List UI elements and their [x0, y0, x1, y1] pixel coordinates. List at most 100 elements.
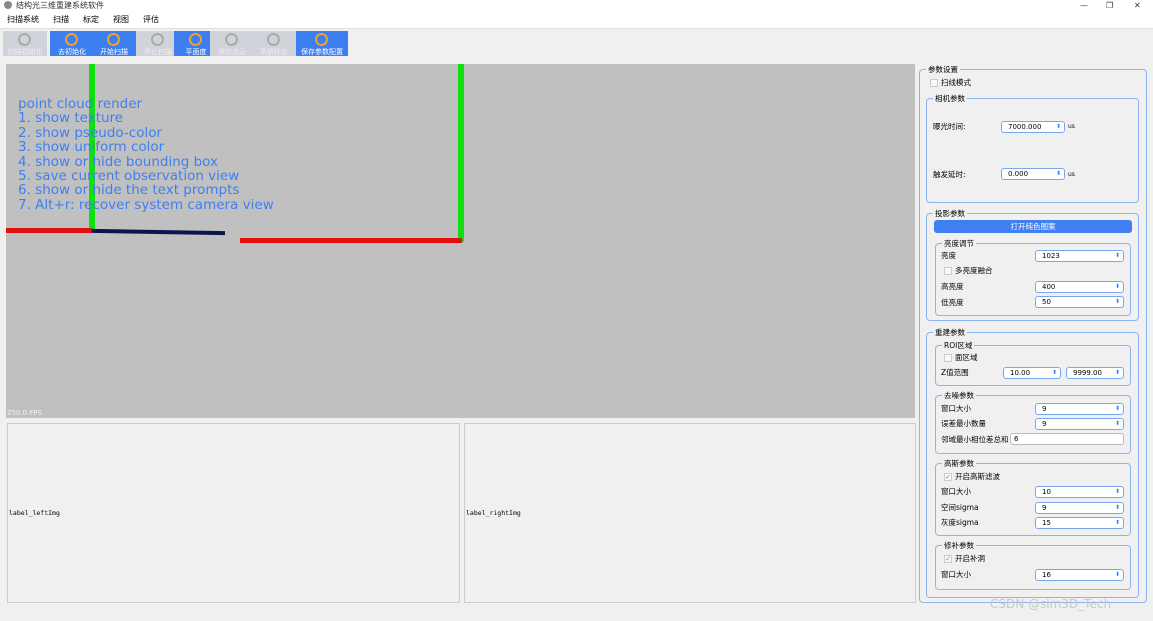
denoise-title: 去噪参数	[942, 390, 976, 401]
toolbar-button-0[interactable]: 扫描初始化	[3, 31, 47, 56]
spin-arrows-icon[interactable]: ⬍	[1115, 518, 1120, 528]
brightness-spinbox[interactable]: 1023 ⬍	[1035, 250, 1124, 262]
repair-enable-label: 开启补洞	[955, 554, 985, 563]
high-brightness-spinbox[interactable]: 400 ⬍	[1035, 281, 1124, 293]
flatness-icon	[189, 33, 202, 46]
spin-arrows-icon[interactable]: ⬍	[1115, 503, 1120, 513]
grid-icon	[267, 33, 280, 46]
fps-label: 250.0 FPS	[7, 409, 42, 417]
close-button[interactable]: ✕	[1134, 0, 1141, 11]
camera-title: 相机参数	[933, 93, 967, 104]
menu-evaluate[interactable]: 评估	[136, 11, 166, 29]
minimize-button[interactable]: —	[1080, 0, 1088, 11]
repair-window-label: 窗口大小	[941, 570, 971, 579]
spin-arrows-icon[interactable]: ⬍	[1056, 122, 1061, 132]
spin-arrows-icon[interactable]: ⬍	[1115, 282, 1120, 292]
gauss-enable-checkbox[interactable]: ✓	[944, 473, 952, 481]
toolbar-button-label: 保存参数配置	[301, 48, 343, 56]
spin-arrows-icon[interactable]: ⬍	[1115, 404, 1120, 414]
axis-red-2	[240, 238, 462, 243]
left-image-label: label_leftImg	[9, 509, 60, 517]
exposure-unit: us	[1068, 123, 1075, 130]
repair-window-spinbox[interactable]: 16 ⬍	[1035, 569, 1124, 581]
toolbar-button-label: 停止扫描	[144, 48, 172, 56]
overlay-line: 6. show or hide the text prompts	[18, 182, 240, 198]
menu-scan-system[interactable]: 扫描系统	[0, 11, 46, 29]
area-label: 面区域	[955, 353, 978, 362]
high-brightness-label: 高亮度	[941, 282, 964, 291]
menu-view[interactable]: 视图	[106, 11, 136, 29]
brightness-label: 亮度	[941, 251, 956, 260]
spin-arrows-icon[interactable]: ⬍	[1115, 570, 1120, 580]
overlay-line: 7. Alt+r: recover system camera view	[18, 197, 274, 213]
z-min-spinbox[interactable]: 10.00 ⬍	[1003, 367, 1061, 379]
spin-arrows-icon[interactable]: ⬍	[1115, 368, 1120, 378]
spin-arrows-icon[interactable]: ⬍	[1115, 419, 1120, 429]
toolbar-button-7[interactable]: 保存参数配置	[296, 31, 348, 56]
toolbar-button-5[interactable]: 保存点云	[210, 31, 254, 56]
open-pattern-button[interactable]: 打开纯色图案	[934, 220, 1132, 233]
spin-arrows-icon[interactable]: ⬍	[1052, 368, 1057, 378]
phase-sum-value: 6	[1014, 435, 1019, 443]
multi-brightness-checkbox[interactable]	[944, 267, 952, 275]
exposure-label: 曝光时间:	[933, 122, 966, 131]
window-title: 结构光三维重建系统软件	[16, 1, 104, 10]
toolbar-button-label: 扫描初始化	[7, 48, 43, 56]
menu-calibration[interactable]: 标定	[76, 11, 106, 29]
low-brightness-spinbox[interactable]: 50 ⬍	[1035, 296, 1124, 308]
phase-sum-label: 邻域最小相位差总和	[941, 435, 1009, 444]
repair-title: 修补参数	[942, 540, 976, 551]
toolbar-button-6[interactable]: 系统标定	[252, 31, 296, 56]
repair-enable-checkbox[interactable]: ✓	[944, 555, 952, 563]
space-sigma-label: 空间sigma	[941, 503, 979, 512]
download-icon	[225, 33, 238, 46]
menu-scan[interactable]: 扫描	[46, 11, 76, 29]
gauss-window-spinbox[interactable]: 10 ⬍	[1035, 486, 1124, 498]
space-sigma-spinbox[interactable]: 9 ⬍	[1035, 502, 1124, 514]
error-min-value: 9	[1042, 420, 1047, 428]
gauss-enable-label: 开启高斯滤波	[955, 472, 1000, 481]
z-max-value: 9999.00	[1073, 369, 1102, 377]
maximize-button[interactable]: ❐	[1106, 0, 1113, 11]
denoise-window-spinbox[interactable]: 9 ⬍	[1035, 403, 1124, 415]
delay-value: 0.000	[1008, 170, 1029, 178]
spin-arrows-icon[interactable]: ⬍	[1056, 169, 1061, 179]
scan-mode-label: 扫线模式	[941, 78, 971, 87]
axis-blue-1	[91, 228, 226, 236]
area-checkbox[interactable]	[944, 354, 952, 362]
spin-arrows-icon[interactable]: ⬍	[1115, 251, 1120, 261]
exposure-spinbox[interactable]: 7000.000 ⬍	[1001, 121, 1065, 133]
repair-window-value: 16	[1042, 571, 1051, 579]
camera-group: 相机参数	[926, 93, 1139, 203]
toolbar-button-label: 保存点云	[218, 48, 246, 56]
app-icon	[4, 1, 12, 9]
watermark: CSDN @slm3D_Tech	[990, 597, 1112, 611]
toolbar-button-1[interactable]: 去初始化	[50, 31, 94, 56]
point-cloud-viewport[interactable]: point cloud render 1. show texture 2. sh…	[6, 64, 915, 418]
toolbar-button-label: 平面度	[185, 48, 207, 56]
overlay-line: 1. show texture	[18, 110, 124, 126]
gray-sigma-spinbox[interactable]: 15 ⬍	[1035, 517, 1124, 529]
axis-red-1	[6, 228, 92, 233]
space-sigma-value: 9	[1042, 504, 1047, 512]
toolbar-button-label: 去初始化	[58, 48, 86, 56]
left-image-panel: label_leftImg	[7, 423, 460, 603]
toolbar-button-label: 开始扫描	[100, 48, 128, 56]
stop-icon	[151, 33, 164, 46]
toolbar-button-2[interactable]: 开始扫描	[92, 31, 136, 56]
spin-arrows-icon[interactable]: ⬍	[1115, 487, 1120, 497]
z-max-spinbox[interactable]: 9999.00 ⬍	[1066, 367, 1124, 379]
phase-sum-input[interactable]: 6	[1010, 433, 1124, 445]
delay-spinbox[interactable]: 0.000 ⬍	[1001, 168, 1065, 180]
toolbar-button-label: 系统标定	[260, 48, 288, 56]
title-bar: 结构光三维重建系统软件 — ❐ ✕	[0, 0, 1153, 11]
brightness-title: 亮度调节	[942, 238, 976, 249]
exposure-value: 7000.000	[1008, 123, 1042, 131]
gauss-window-label: 窗口大小	[941, 487, 971, 496]
reconstruction-title: 重建参数	[933, 327, 967, 338]
error-min-spinbox[interactable]: 9 ⬍	[1035, 418, 1124, 430]
scan-mode-checkbox[interactable]	[930, 79, 938, 87]
gray-sigma-label: 灰度sigma	[941, 518, 979, 527]
deinit-icon	[65, 33, 78, 46]
spin-arrows-icon[interactable]: ⬍	[1115, 297, 1120, 307]
